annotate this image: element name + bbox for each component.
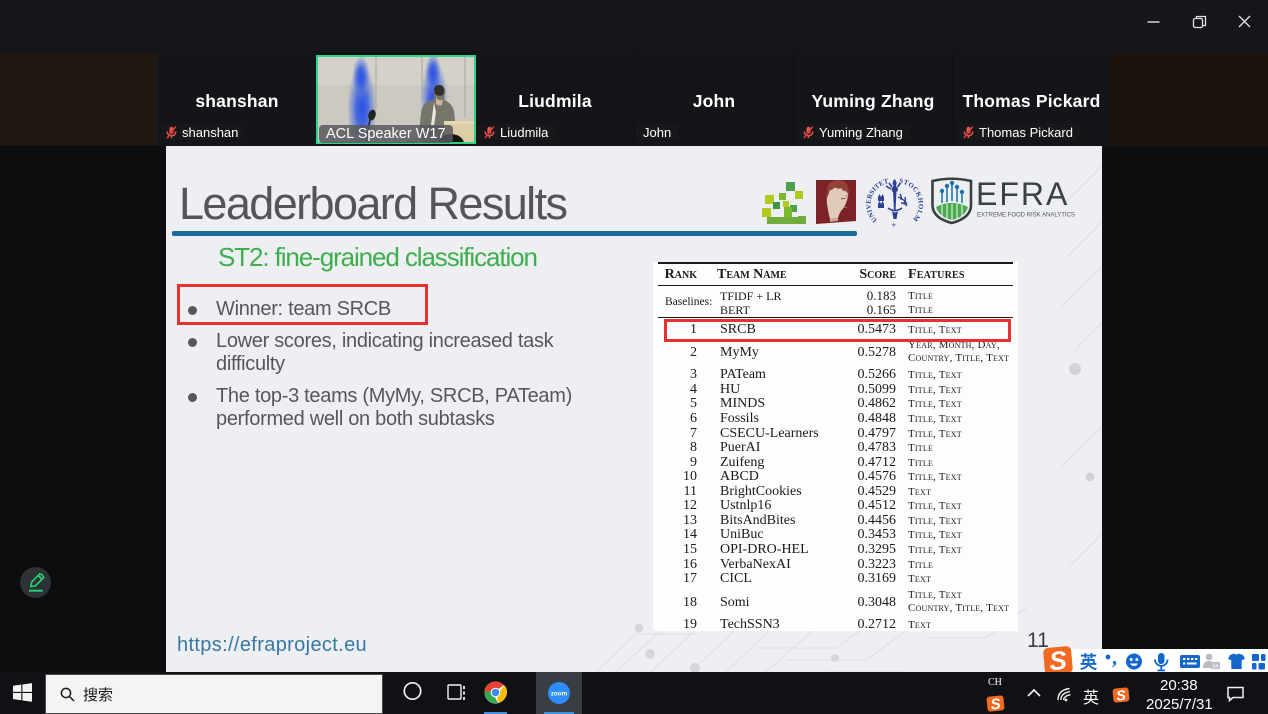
svg-text:34: 34	[1212, 664, 1219, 670]
svg-text:S: S	[990, 696, 1002, 712]
svg-text:EXTREME FOOD RISK ANALYTICS: EXTREME FOOD RISK ANALYTICS	[977, 213, 1075, 219]
svg-text:+: +	[892, 221, 897, 229]
svg-text:EFRA: EFRA	[976, 177, 1069, 212]
svg-text:,: ,	[1112, 649, 1117, 669]
svg-text:S: S	[1048, 646, 1069, 675]
svg-text:zoom: zoom	[551, 691, 568, 698]
svg-text:UNIVERSITET: UNIVERSITET	[866, 178, 890, 223]
svg-text:英: 英	[1080, 652, 1098, 672]
